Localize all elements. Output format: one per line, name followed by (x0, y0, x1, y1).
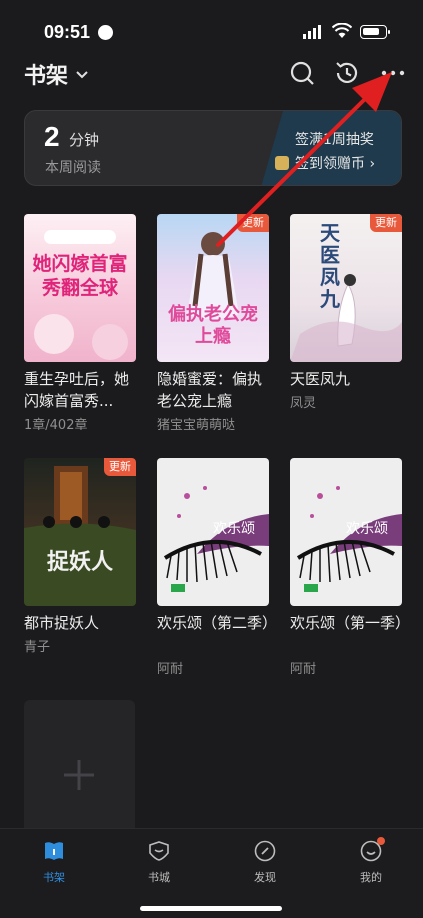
book-title: 隐婚蜜爱：偏执老公宠上瘾 (157, 370, 263, 410)
update-badge: 更新 (370, 214, 402, 232)
book-title: 都市捉妖人 (24, 614, 100, 632)
book-author: 阿耐 (290, 662, 317, 677)
sign-in-button[interactable]: 签到领赠币 › (275, 153, 375, 173)
book-title: 欢乐颂（第二季） (157, 614, 278, 632)
reading-label: 本周阅读 (45, 160, 101, 176)
status-app-badge-icon (98, 25, 113, 40)
bottom-tab-bar: 书架 书城 发现 我的 (0, 828, 423, 918)
cover-title: 她闪嫁首富秀翻全球 (32, 253, 128, 299)
book-author: 阿耐 (157, 662, 184, 677)
history-icon[interactable] (334, 60, 360, 86)
cover-art (290, 274, 402, 362)
update-badge: 更新 (237, 214, 269, 232)
home-indicator[interactable] (140, 906, 282, 911)
sign-lottery-text: 签满1周抽奖 (295, 132, 374, 148)
tab-discover[interactable]: 发现 (235, 839, 295, 885)
weekly-reading-card[interactable]: 2 分钟 本周阅读 签满1周抽奖 签到领赠币 › (24, 110, 402, 186)
tab-label: 发现 (254, 871, 276, 884)
search-icon[interactable] (289, 60, 315, 86)
cover-title: 天医凤九 (320, 221, 340, 311)
reading-unit: 分钟 (69, 131, 100, 149)
notification-dot (377, 837, 385, 845)
book-author: 凤灵 (290, 396, 317, 411)
cover-title: 偏执老公宠上瘾 (168, 304, 258, 347)
compass-icon (254, 840, 276, 862)
header: 书架 (0, 52, 423, 96)
cover-title: 欢乐颂 (346, 521, 388, 537)
more-options-icon[interactable] (380, 60, 406, 86)
book-progress: 1章/402章 (24, 418, 88, 433)
sign-in-label: 签到领赠币 › (295, 156, 376, 172)
bookstore-icon (149, 841, 169, 861)
cover-title: 欢乐颂 (213, 521, 255, 537)
book-cover[interactable]: 她闪嫁首富秀翻全球 (24, 214, 136, 362)
add-book-button[interactable] (24, 700, 135, 848)
book-cover[interactable]: 欢乐颂 (290, 458, 402, 606)
book-title: 天医凤九 (290, 370, 351, 388)
wifi-icon (332, 23, 352, 38)
bookshelf-icon (45, 842, 63, 860)
update-badge: 更新 (104, 458, 136, 476)
book-cover[interactable]: 欢乐颂 (157, 458, 269, 606)
tab-label: 我的 (360, 871, 382, 884)
book-title: 重生孕吐后，她闪嫁首富秀... (24, 370, 130, 410)
battery-icon (360, 25, 390, 39)
chevron-down-icon (76, 71, 88, 79)
page-title: 书架 (24, 64, 69, 89)
bookshelf-title-dropdown[interactable]: 书架 (24, 58, 88, 90)
status-time: 09:51 (44, 22, 91, 42)
cover-title: 捉妖人 (46, 550, 113, 575)
tab-label: 书架 (43, 871, 65, 884)
book-cover[interactable]: 捉妖人 更新 (24, 458, 136, 606)
status-bar: 09:51 (0, 0, 423, 52)
tab-bookstore[interactable]: 书城 (129, 839, 189, 885)
coin-icon (275, 156, 289, 170)
tab-bookshelf[interactable]: 书架 (24, 839, 84, 885)
book-author: 青子 (24, 640, 51, 655)
book-author: 猪宝宝萌萌哒 (157, 418, 236, 433)
tab-profile[interactable]: 我的 (341, 837, 401, 885)
book-title: 欢乐颂（第一季） (290, 614, 411, 632)
reading-minutes: 2 (44, 121, 60, 152)
book-cover[interactable]: 天医凤九 更新 (290, 214, 402, 362)
tab-label: 书城 (148, 871, 170, 884)
plus-icon (64, 760, 94, 790)
book-cover[interactable]: 偏执老公宠上瘾 更新 (157, 214, 269, 362)
cellular-signal-icon (303, 25, 321, 39)
cover-art (24, 466, 136, 606)
